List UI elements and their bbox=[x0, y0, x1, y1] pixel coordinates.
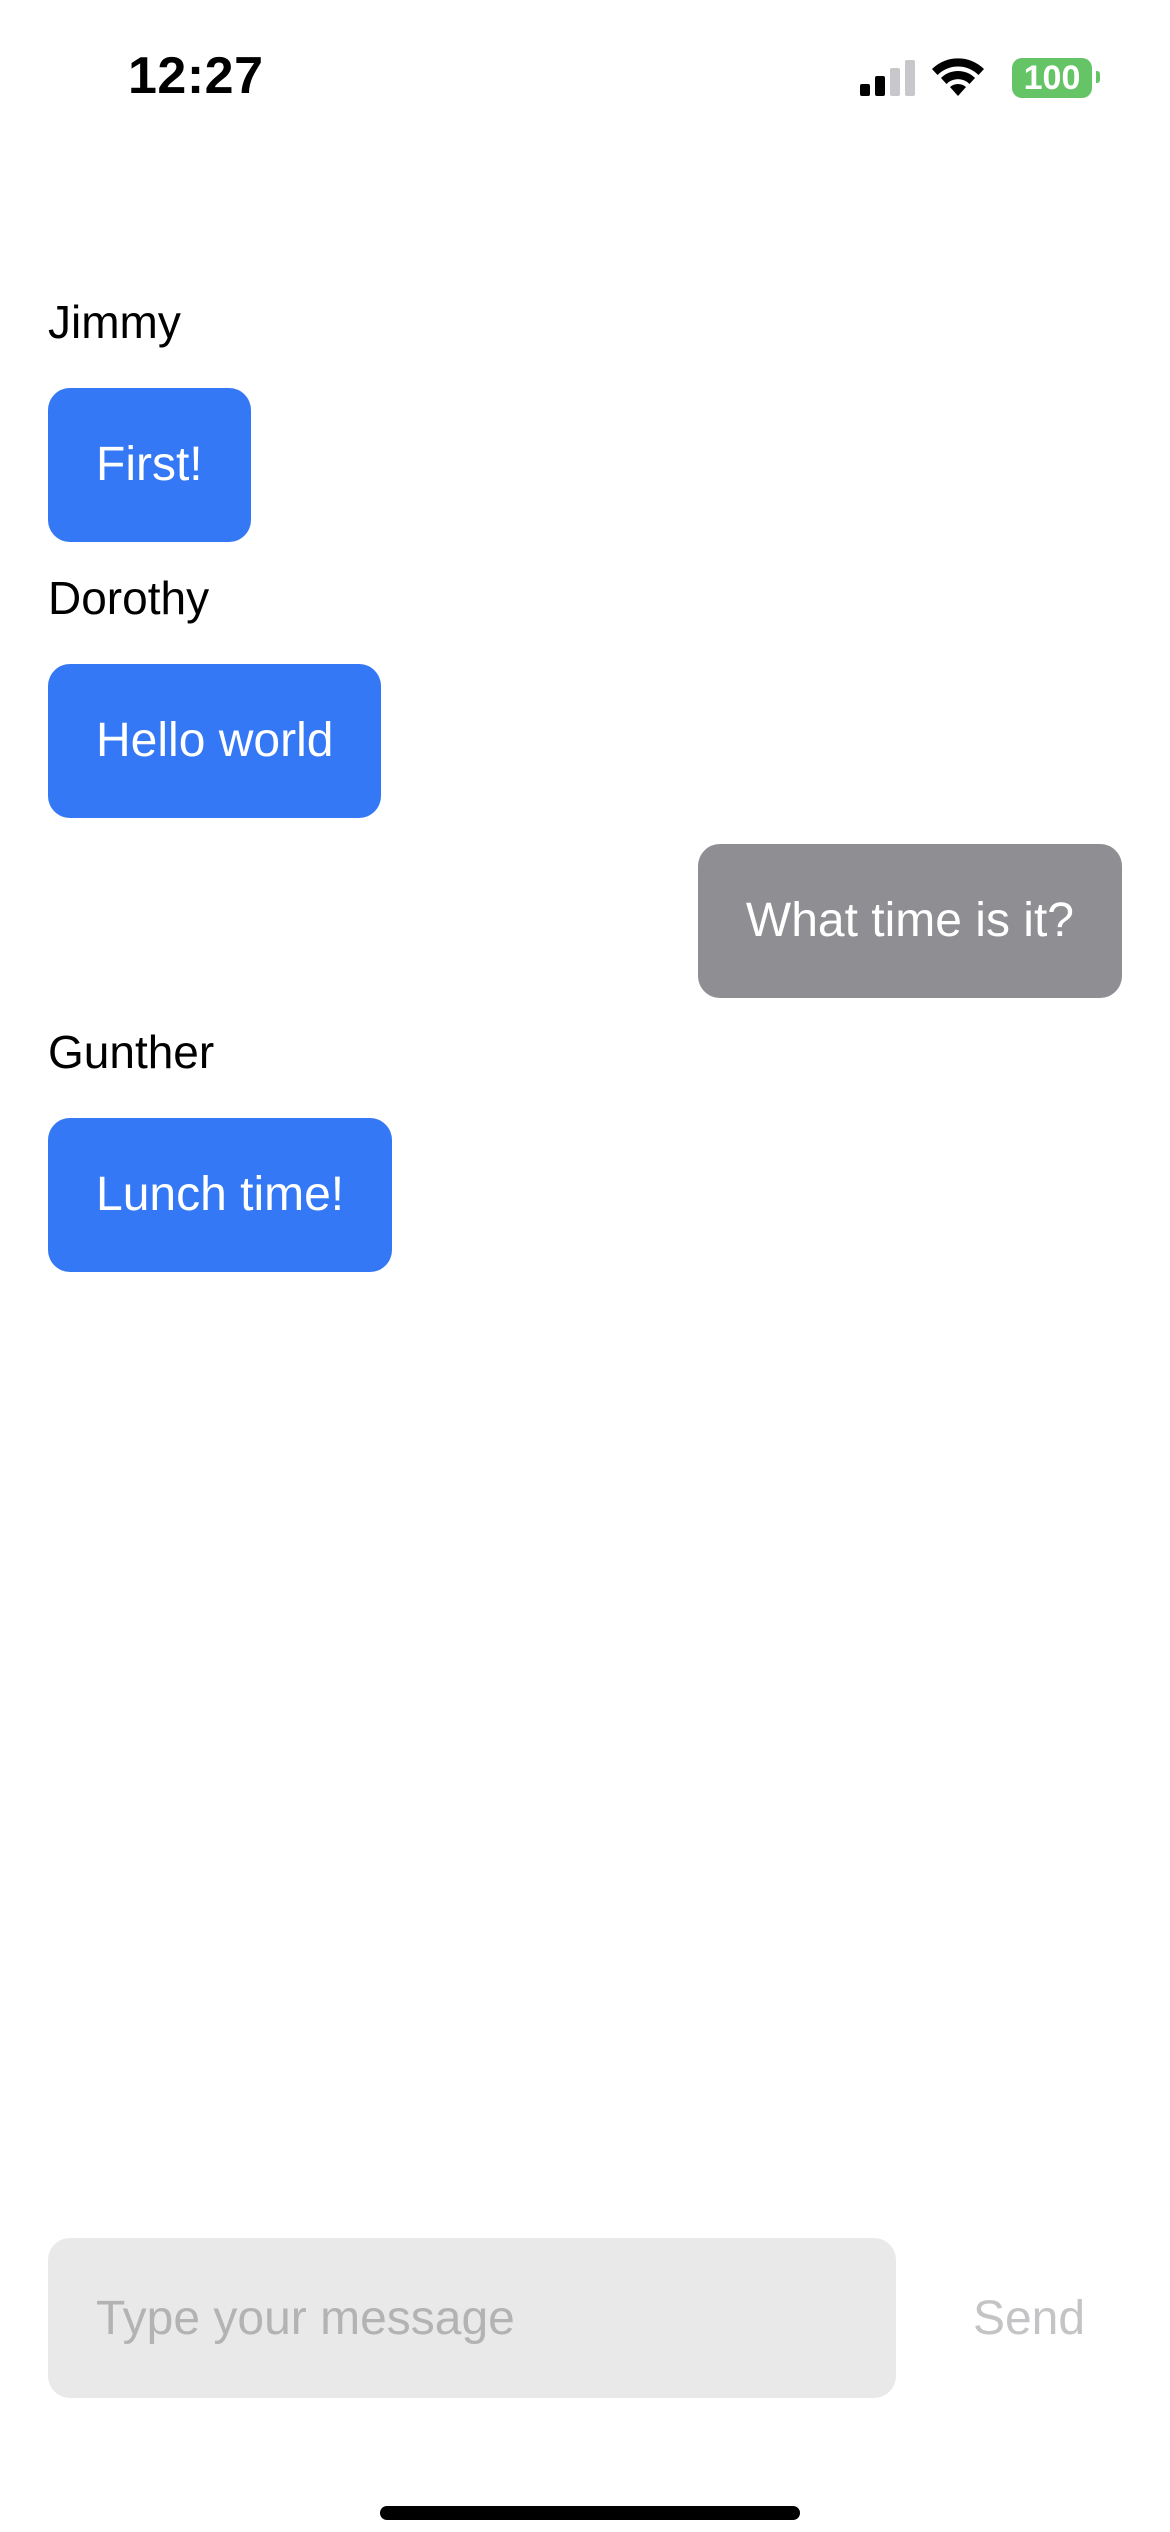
cellular-signal-icon bbox=[858, 58, 918, 103]
status-time: 12:27 bbox=[128, 47, 264, 105]
message-bubble-incoming: Hello world bbox=[48, 664, 382, 818]
send-button[interactable]: Send bbox=[944, 2238, 1114, 2398]
home-indicator[interactable] bbox=[380, 2506, 800, 2520]
message-bubble-incoming: Lunch time! bbox=[48, 1118, 393, 1272]
sender-name: Gunther bbox=[48, 1026, 215, 1078]
message-bubble-incoming: First! bbox=[48, 388, 251, 542]
message-bubble-outgoing: What time is it? bbox=[697, 844, 1122, 998]
wifi-icon bbox=[930, 56, 986, 103]
sender-name: Dorothy bbox=[48, 572, 210, 624]
battery-cap bbox=[1096, 71, 1100, 83]
battery-icon: 100 bbox=[1012, 58, 1092, 98]
sender-name: Jimmy bbox=[48, 296, 181, 348]
message-input[interactable] bbox=[48, 2238, 896, 2398]
battery-level: 100 bbox=[1023, 59, 1081, 97]
status-bar: 12:27 100 bbox=[0, 0, 1170, 160]
